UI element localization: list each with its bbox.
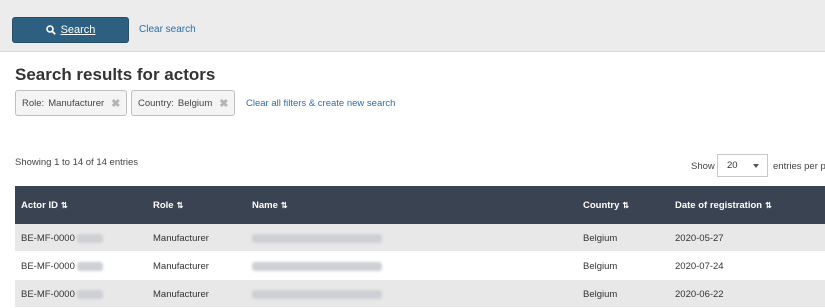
date-cell: 2020-05-27 (675, 233, 724, 244)
sort-icon: ⇅ (622, 201, 630, 210)
table-header: Actor ID ⇅ Role ⇅ Name ⇅ Country ⇅ Date of r… (15, 186, 825, 224)
date-cell: 2020-06-22 (675, 289, 724, 300)
filter-chip-value: Belgium (177, 97, 213, 109)
filter-chip-value: Manufacturer (48, 97, 105, 109)
name-cell (252, 289, 382, 300)
filter-chip-country: Country: Belgium ✖ (131, 90, 235, 116)
role-cell: Manufacturer (153, 289, 209, 300)
column-header-role[interactable]: Role ⇅ (153, 200, 183, 211)
redacted-text (252, 233, 382, 243)
redacted-text (76, 233, 103, 243)
page-title: Search results for actors (15, 65, 216, 84)
actor-id-cell[interactable]: BE-MF-0000 (21, 261, 103, 272)
sort-icon: ⇅ (176, 201, 184, 210)
table-row[interactable]: BE-MF-0000 Manufacturer Belgium 2020-05-… (15, 224, 825, 252)
search-toolbar: Search Clear search (0, 0, 825, 52)
results-summary: Showing 1 to 14 of 14 entries (15, 157, 139, 168)
filter-chip-label: Country: (138, 97, 174, 109)
page-size-value: 20 (727, 160, 738, 171)
search-icon (45, 25, 56, 35)
name-cell (252, 261, 382, 272)
role-cell: Manufacturer (153, 261, 209, 272)
sort-icon: ⇅ (60, 201, 68, 210)
redacted-text (76, 289, 103, 299)
date-cell: 2020-07-24 (675, 261, 724, 272)
column-header-country[interactable]: Country ⇅ (583, 200, 629, 211)
clear-search-link[interactable]: Clear search (139, 24, 196, 35)
redacted-text (76, 261, 103, 271)
search-button[interactable]: Search (12, 17, 129, 43)
clear-all-filters-link[interactable]: Clear all filters & create new search (246, 98, 395, 109)
actor-id-cell[interactable]: BE-MF-0000 (21, 233, 103, 244)
show-label: Show (691, 161, 715, 172)
close-icon[interactable]: ✖ (219, 97, 228, 110)
country-cell: Belgium (583, 261, 618, 272)
search-button-label: Search (60, 24, 96, 36)
filter-chip-label: Role: (22, 97, 45, 109)
column-header-actor-id[interactable]: Actor ID ⇅ (21, 200, 68, 211)
role-cell: Manufacturer (153, 233, 209, 244)
close-icon[interactable]: ✖ (111, 97, 120, 110)
name-cell (252, 233, 382, 244)
sort-icon: ⇅ (280, 201, 288, 210)
country-cell: Belgium (583, 289, 618, 300)
redacted-text (252, 261, 382, 271)
redacted-text (252, 289, 382, 299)
per-page-label: entries per pa (773, 161, 825, 172)
country-cell: Belgium (583, 233, 618, 244)
page-size-select[interactable]: 20 (717, 154, 768, 177)
table-row[interactable]: BE-MF-0000 Manufacturer Belgium 2020-06-… (15, 280, 825, 308)
chevron-down-icon (753, 164, 759, 168)
results-table: Actor ID ⇅ Role ⇅ Name ⇅ Country ⇅ Date of r… (15, 186, 825, 308)
filter-chip-role: Role: Manufacturer ✖ (15, 90, 127, 116)
column-header-name[interactable]: Name ⇅ (252, 200, 288, 211)
column-header-date[interactable]: Date of registration ⇅ (675, 200, 772, 211)
table-row[interactable]: BE-MF-0000 Manufacturer Belgium 2020-07-… (15, 252, 825, 280)
actor-id-cell[interactable]: BE-MF-0000 (21, 289, 103, 300)
sort-icon: ⇅ (765, 201, 772, 210)
